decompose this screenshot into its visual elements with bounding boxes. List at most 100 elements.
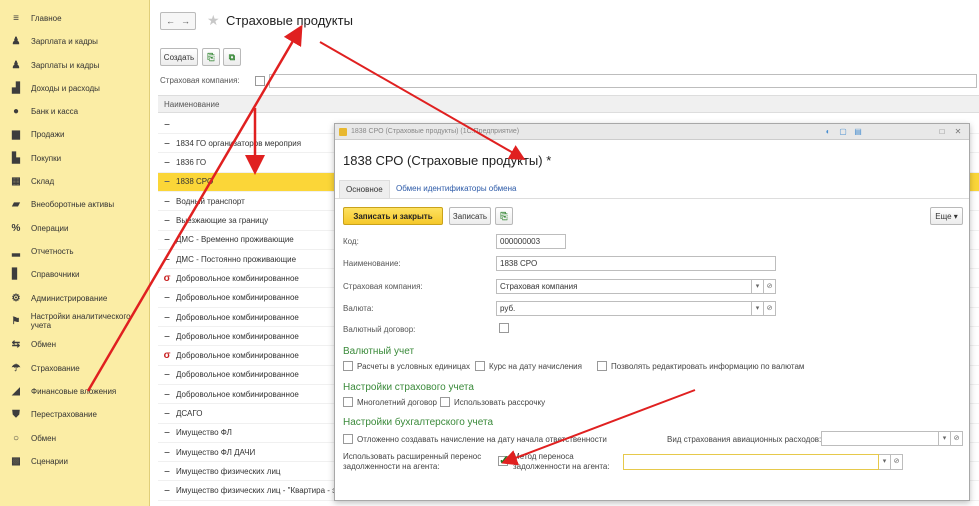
sidebar-item[interactable]: ▟ Доходы и расходы [0, 78, 150, 98]
transfer-method-field[interactable] [623, 454, 879, 470]
dialog-titlebar: 1838 СРО (Страховые продукты) (1С:Предпр… [335, 124, 969, 140]
back-forward-buttons[interactable]: ← → [160, 12, 196, 30]
favorite-star-icon[interactable]: ★ [207, 12, 220, 29]
company-filter-input[interactable] [269, 74, 977, 88]
company-filter-checkbox[interactable] [255, 76, 265, 86]
sidebar-item-label: Сценарии [31, 456, 68, 466]
sidebar-item[interactable]: ≡ Главное [0, 8, 150, 28]
sidebar-item-label: Покупки [31, 153, 62, 163]
favorites-icon[interactable]: ▤ [853, 127, 863, 137]
sidebar-item[interactable]: ⛊ Перестрахование [0, 404, 150, 424]
code-label: Код: [343, 237, 359, 246]
aviation-field[interactable] [821, 431, 939, 446]
list-row-text: Добровольное комбинированное [176, 351, 299, 361]
sidebar-item[interactable]: ▋ Справочники [0, 264, 150, 284]
document-button[interactable]: ⎘ [495, 207, 513, 225]
list-row-text: Добровольное комбинированное [176, 293, 299, 303]
sidebar-item-label: Продажи [31, 129, 65, 139]
aviation-open-icon[interactable]: ⊘ [951, 431, 963, 446]
long-term-label: Многолетний договор [357, 398, 438, 407]
item-dash-icon: – [164, 369, 170, 381]
person-icon: ♟ [11, 35, 21, 47]
company-field[interactable]: Страховая компания [496, 279, 752, 294]
sidebar-item[interactable]: ♟ Зарплата и кадры [0, 31, 150, 51]
sidebar-item[interactable]: ▩ Сценарии [0, 451, 150, 471]
person-icon: ♟ [11, 59, 21, 71]
create-button[interactable]: Создать [160, 48, 198, 66]
name-field[interactable]: 1838 СРО [496, 256, 776, 271]
sidebar-item[interactable]: ▂ Отчетность [0, 241, 150, 261]
sidebar-item[interactable]: ⚙ Администрирование [0, 288, 150, 308]
aviation-dropdown-icon[interactable]: ▾ [939, 431, 951, 446]
document-icon: ⎘ [500, 210, 508, 221]
company-open-icon[interactable]: ⊘ [764, 279, 776, 294]
app-icon [339, 128, 347, 136]
item-dash-icon: – [164, 253, 170, 265]
link-icon[interactable]: ◐ [823, 127, 833, 137]
tab-main[interactable]: Основное [339, 180, 390, 198]
item-dash-icon: – [164, 311, 170, 323]
sidebar-item[interactable]: ⚑ Настройки аналитического учета [0, 311, 150, 331]
extended-transfer-checkbox[interactable] [498, 453, 509, 467]
item-dash-icon: – [164, 446, 170, 458]
tab-exchange-ids[interactable]: Обмен идентификаторы обмена [390, 180, 522, 198]
transfer-method-label-line1: Метод переноса [513, 452, 574, 461]
rate-date-checkbox[interactable] [475, 361, 485, 371]
save-button[interactable]: Записать [449, 207, 491, 225]
sidebar-item[interactable]: ○ Обмен [0, 428, 150, 448]
percent-icon: % [11, 222, 21, 234]
more-button[interactable]: Еще ▾ [930, 207, 963, 225]
history-icon[interactable]: ▢ [838, 127, 848, 137]
item-dash-icon: – [164, 118, 170, 130]
save-and-close-button[interactable]: Записать и закрыть [343, 207, 443, 225]
copy-button[interactable]: ⎘ [202, 48, 220, 66]
currency-label: Валюта: [343, 304, 374, 313]
conditional-units-checkbox[interactable] [343, 361, 353, 371]
transfer-method-open-icon[interactable]: ⊘ [891, 454, 903, 470]
list-row-text: ДСАГО [176, 409, 203, 418]
item-dash-icon: – [164, 408, 170, 419]
coin-icon: ● [12, 105, 20, 117]
installment-checkbox[interactable] [440, 397, 450, 407]
warehouse-icon: ▦ [11, 175, 21, 187]
forward-arrow-icon[interactable]: → [181, 16, 190, 26]
sidebar-item-label: Доходы и расходы [31, 83, 100, 93]
sidebar-item[interactable]: % Операции [0, 218, 150, 238]
cart-icon: ▙ [12, 152, 20, 164]
close-icon[interactable]: ✕ [953, 127, 963, 137]
sidebar-item[interactable]: ▆ Продажи [0, 124, 150, 144]
item-dash-icon: – [164, 234, 170, 246]
scenario-icon: ▩ [11, 455, 21, 467]
sidebar-item[interactable]: ● Банк и касса [0, 101, 150, 121]
sidebar-item-label: Страхование [31, 363, 80, 373]
chart-icon: ▟ [12, 82, 20, 94]
currency-field[interactable]: руб. [496, 301, 752, 316]
sidebar-item[interactable]: ▙ Покупки [0, 148, 150, 168]
code-field[interactable]: 000000003 [496, 234, 566, 249]
hierarchy-button[interactable]: ⧉ [223, 48, 241, 66]
transfer-method-dropdown-icon[interactable]: ▾ [879, 454, 891, 470]
back-arrow-icon[interactable]: ← [166, 16, 175, 26]
sidebar-item[interactable]: ▰ Внеоборотные активы [0, 194, 150, 214]
sidebar-item[interactable]: ◢ Финансовые вложения [0, 381, 150, 401]
sidebar-item[interactable]: ⇆ Обмен [0, 334, 150, 354]
currency-contract-label: Валютный договор: [343, 325, 416, 334]
section-currency-accounting: Валютный учет [343, 346, 415, 357]
long-term-checkbox[interactable] [343, 397, 353, 407]
item-dash-icon: – [164, 157, 170, 169]
company-dropdown-icon[interactable]: ▾ [752, 279, 764, 294]
list-row-text: Выезжающие за границу [176, 216, 269, 225]
sidebar-item[interactable]: ☂ Страхование [0, 358, 150, 378]
edit-currency-checkbox[interactable] [597, 361, 607, 371]
sidebar-item[interactable]: ▦ Склад [0, 171, 150, 191]
defer-accrual-checkbox[interactable] [343, 434, 353, 444]
currency-open-icon[interactable]: ⊘ [764, 301, 776, 316]
currency-contract-checkbox[interactable] [499, 323, 509, 333]
sidebar-item[interactable]: ♟ Зарплаты и кадры [0, 55, 150, 75]
maximize-icon[interactable]: □ [937, 127, 947, 137]
item-dash-icon: – [164, 427, 170, 439]
bar-chart-icon: ▂ [12, 245, 20, 257]
currency-dropdown-icon[interactable]: ▾ [752, 301, 764, 316]
umbrella-icon: ☂ [11, 362, 21, 374]
list-row-text: ДМС - Временно проживающие [176, 235, 294, 245]
